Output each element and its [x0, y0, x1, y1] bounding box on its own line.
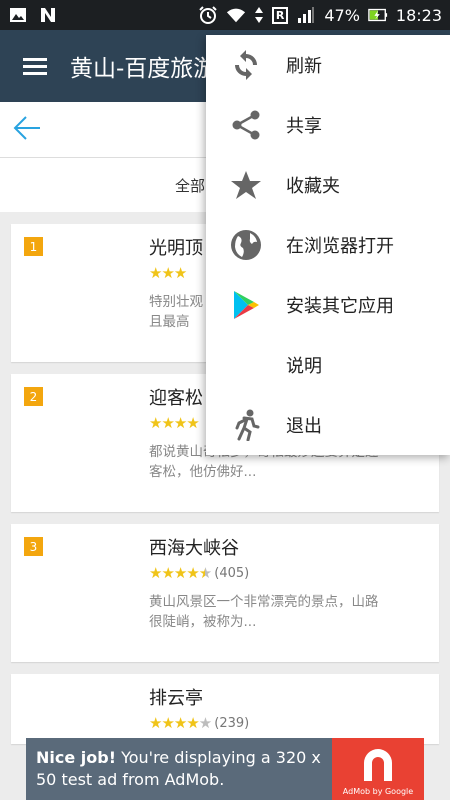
item-title: 光明顶 — [149, 238, 203, 259]
rating: ★★★★★ (239) — [149, 714, 249, 732]
menu-item-exit[interactable]: 退出 — [206, 395, 450, 455]
list-item[interactable]: 3 西海大峡谷 ★★★★★ (405) 黄山风景区一个非常漂亮的景点，山路 很陡峭，… — [11, 524, 439, 662]
rating: ★★★★ — [149, 414, 202, 432]
wifi-icon — [226, 6, 246, 24]
n-notification-icon — [38, 6, 58, 24]
rating: ★★★★★ (405) — [149, 564, 249, 582]
battery-charging-icon — [368, 6, 388, 24]
signal-icon — [296, 6, 316, 24]
star-rating-icon: ★★★★★ — [149, 564, 212, 582]
menu-item-open-browser[interactable]: 在浏览器打开 — [206, 215, 450, 275]
admob-logo: AdMob by Google — [332, 738, 424, 800]
star-rating-icon: ★★★★ — [149, 414, 200, 432]
filter-all-tab[interactable]: 全部 — [175, 175, 205, 196]
star-icon — [228, 167, 264, 203]
ad-text: Nice job! You're displaying a 320 x 50 t… — [36, 748, 321, 789]
item-title: 排云亭 — [149, 688, 203, 709]
menu-hamburger-icon[interactable] — [0, 30, 70, 102]
page-title: 黄山-百度旅游 — [70, 56, 217, 82]
share-icon — [228, 107, 264, 143]
overflow-menu: 刷新 共享 收藏夹 在浏览器打开 安装其它应用 说明 退出 — [206, 35, 450, 455]
exit-runner-icon — [228, 407, 264, 443]
list-item[interactable]: 排云亭 ★★★★★ (239) — [11, 674, 439, 744]
clock: 18:23 — [395, 5, 442, 25]
star-rating-icon: ★★★ — [149, 264, 187, 282]
back-arrow-icon[interactable] — [12, 115, 42, 145]
refresh-icon — [228, 47, 264, 83]
rank-badge: 1 — [24, 237, 43, 256]
review-count: (239) — [214, 715, 250, 731]
rank-badge: 3 — [24, 537, 43, 556]
item-title: 迎客松 — [149, 388, 203, 409]
roaming-badge: R — [271, 6, 289, 24]
menu-item-install-apps[interactable]: 安装其它应用 — [206, 275, 450, 335]
menu-item-favorites[interactable]: 收藏夹 — [206, 155, 450, 215]
item-title: 西海大峡谷 — [149, 538, 239, 559]
item-description: 黄山风景区一个非常漂亮的景点，山路 很陡峭，被称为... — [149, 594, 379, 630]
gallery-notification-icon — [8, 6, 28, 24]
review-count: (405) — [214, 565, 250, 581]
menu-item-about[interactable]: 说明 — [206, 335, 450, 395]
data-arrows-icon — [254, 6, 264, 24]
menu-item-share[interactable]: 共享 — [206, 95, 450, 155]
ad-banner[interactable]: Nice job! You're displaying a 320 x 50 t… — [26, 738, 424, 800]
rank-badge: 2 — [24, 387, 43, 406]
rating: ★★★ — [149, 264, 189, 282]
status-bar: R 47% 18:23 — [0, 0, 450, 30]
star-rating-icon: ★★★★★ — [149, 714, 212, 732]
menu-item-refresh[interactable]: 刷新 — [206, 35, 450, 95]
globe-icon — [228, 227, 264, 263]
battery-percent: 47% — [324, 5, 360, 25]
play-store-icon — [228, 287, 264, 323]
alarm-icon — [198, 6, 218, 24]
